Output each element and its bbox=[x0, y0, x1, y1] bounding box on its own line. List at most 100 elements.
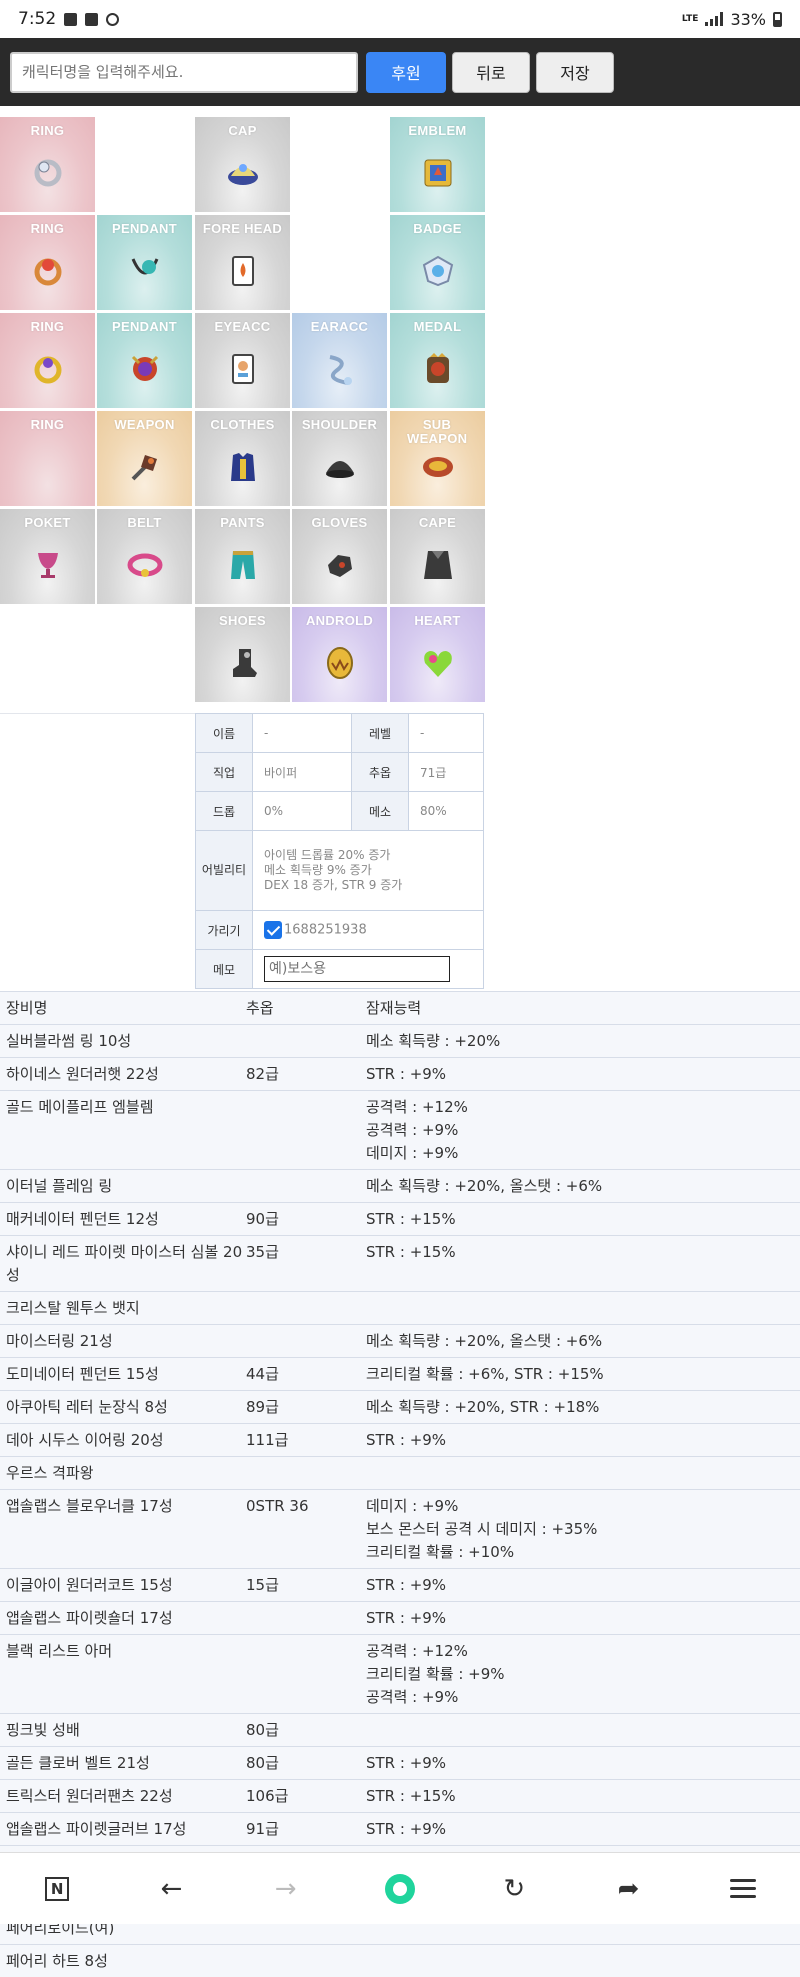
memo-cell bbox=[253, 950, 484, 989]
equipment-flame bbox=[246, 1292, 366, 1325]
slot-weapon[interactable]: WEAPON bbox=[97, 411, 192, 506]
slot-pendant-1[interactable]: PENDANT bbox=[97, 215, 192, 310]
equipment-row: 이글아이 원더러코트 15성15급STR : +9% bbox=[0, 1569, 800, 1602]
equipment-flame: 111급 bbox=[246, 1424, 366, 1457]
slot-emblem[interactable]: EMBLEM bbox=[390, 117, 485, 212]
equipment-potential: STR : +15% bbox=[366, 1203, 800, 1236]
slot-android[interactable]: ANDROLD bbox=[292, 607, 387, 702]
gloves-icon bbox=[322, 547, 358, 583]
home-button[interactable] bbox=[343, 1853, 457, 1924]
slot-ring-4[interactable]: RING bbox=[0, 411, 95, 506]
slot-medal[interactable]: MEDAL bbox=[390, 313, 485, 408]
slot-label: CLOTHES bbox=[195, 418, 290, 432]
equipment-potential: STR : +15% bbox=[366, 1236, 800, 1292]
slot-cap[interactable]: CAP bbox=[195, 117, 290, 212]
slot-eye-accessory[interactable]: EYEACC bbox=[195, 313, 290, 408]
equipment-name: 골든 클로버 벨트 21성 bbox=[0, 1747, 246, 1780]
slot-shoulder[interactable]: SHOULDER bbox=[292, 411, 387, 506]
hide-checkbox[interactable] bbox=[264, 921, 282, 939]
slot-label: RING bbox=[0, 418, 95, 432]
slot-pocket[interactable]: POKET bbox=[0, 509, 95, 604]
refresh-button[interactable]: ↻ bbox=[457, 1853, 571, 1924]
save-button[interactable]: 저장 bbox=[536, 52, 614, 93]
equipment-name: 아쿠아틱 레터 눈장식 8성 bbox=[0, 1391, 246, 1424]
potential-line: 공격력 : +9% bbox=[366, 1686, 800, 1709]
potential-line: 메소 획득량 : +20% bbox=[366, 1030, 800, 1053]
slot-ring-3[interactable]: RING bbox=[0, 313, 95, 408]
equipment-row: 실버블라썸 링 10성메소 획득량 : +20% bbox=[0, 1025, 800, 1058]
equipment-flame bbox=[246, 1635, 366, 1714]
equipment-row: 하이네스 원더러햇 22성82급STR : +9% bbox=[0, 1058, 800, 1091]
potential-line: STR : +15% bbox=[366, 1241, 800, 1264]
back-button[interactable]: 뒤로 bbox=[452, 52, 530, 93]
slot-ring-2[interactable]: RING bbox=[0, 215, 95, 310]
slot-gloves[interactable]: GLOVES bbox=[292, 509, 387, 604]
equipment-flame bbox=[246, 1602, 366, 1635]
network-type: LTE bbox=[682, 15, 699, 24]
job-label: 직업 bbox=[196, 753, 253, 792]
equipment-flame bbox=[246, 1325, 366, 1358]
level-value: - bbox=[409, 714, 484, 753]
cap-icon bbox=[225, 155, 261, 191]
slot-pendant-2[interactable]: PENDANT bbox=[97, 313, 192, 408]
potential-line: 데미지 : +9% bbox=[366, 1142, 800, 1165]
slot-label: EARACC bbox=[292, 320, 387, 334]
level-label: 레벨 bbox=[352, 714, 409, 753]
browser-bottom-nav: N ← → ↻ ➦ bbox=[0, 1852, 800, 1924]
back-nav-button[interactable]: ← bbox=[114, 1853, 228, 1924]
equipment-row: 앱솔랩스 파이렛숄더 17성STR : +9% bbox=[0, 1602, 800, 1635]
equipment-potential: STR : +9% bbox=[366, 1424, 800, 1457]
slot-belt[interactable]: BELT bbox=[97, 509, 192, 604]
slot-ear-accessory[interactable]: EARACC bbox=[292, 313, 387, 408]
divider bbox=[0, 713, 195, 714]
equipment-name: 이터널 플레임 링 bbox=[0, 1170, 246, 1203]
ability-line: 메소 획득량 9% 증가 bbox=[264, 863, 483, 878]
slot-ring-1[interactable]: RING bbox=[0, 117, 95, 212]
potential-line: 메소 획득량 : +20%, 올스탯 : +6% bbox=[366, 1330, 800, 1353]
battery-icon bbox=[773, 12, 782, 27]
equipment-potential: 메소 획득량 : +20%, 올스탯 : +6% bbox=[366, 1325, 800, 1358]
equipment-potential: STR : +9% bbox=[366, 1602, 800, 1635]
name-value: - bbox=[253, 714, 352, 753]
slot-label: GLOVES bbox=[292, 516, 387, 530]
equipment-potential: 메소 획득량 : +20%, 올스탯 : +6% bbox=[366, 1170, 800, 1203]
equipment-potential: 메소 획득량 : +20%, STR : +18% bbox=[366, 1391, 800, 1424]
slot-label: RING bbox=[0, 320, 95, 334]
slot-sub-weapon[interactable]: SUB WEAPON bbox=[390, 411, 485, 506]
equipment-potential: STR : +9% bbox=[366, 1569, 800, 1602]
potential-line: STR : +9% bbox=[366, 1607, 800, 1630]
equipment-flame: 91급 bbox=[246, 1813, 366, 1846]
slot-clothes[interactable]: CLOTHES bbox=[195, 411, 290, 506]
naver-button[interactable]: N bbox=[0, 1853, 114, 1924]
slot-pants[interactable]: PANTS bbox=[195, 509, 290, 604]
sponsor-button[interactable]: 후원 bbox=[366, 52, 446, 93]
equipment-name: 이글아이 원더러코트 15성 bbox=[0, 1569, 246, 1602]
equipment-row: 핑크빛 성배80급 bbox=[0, 1714, 800, 1747]
equipment-flame: 90급 bbox=[246, 1203, 366, 1236]
character-info-table: 이름 - 레벨 - 직업 바이퍼 추옵 71급 드롭 0% 메소 80% 어빌리… bbox=[195, 713, 484, 989]
slot-cape[interactable]: CAPE bbox=[390, 509, 485, 604]
slot-forehead[interactable]: FORE HEAD bbox=[195, 215, 290, 310]
earring-icon bbox=[322, 351, 358, 387]
slot-shoes[interactable]: SHOES bbox=[195, 607, 290, 702]
slot-label: PENDANT bbox=[97, 320, 192, 334]
share-button[interactable]: ➦ bbox=[571, 1853, 685, 1924]
shoes-icon bbox=[225, 645, 261, 681]
memo-input[interactable] bbox=[264, 956, 450, 982]
naver-n-icon: N bbox=[45, 1877, 69, 1901]
slot-label: PANTS bbox=[195, 516, 290, 530]
menu-button[interactable] bbox=[686, 1853, 800, 1924]
slot-badge[interactable]: BADGE bbox=[390, 215, 485, 310]
slot-label: POKET bbox=[0, 516, 95, 530]
equipment-name: 도미네이터 펜던트 15성 bbox=[0, 1358, 246, 1391]
forward-nav-button[interactable]: → bbox=[229, 1853, 343, 1924]
slot-label: CAP bbox=[195, 124, 290, 138]
slot-heart[interactable]: HEART bbox=[390, 607, 485, 702]
potential-line: 데미지 : +9% bbox=[366, 1495, 800, 1518]
home-icon bbox=[385, 1874, 415, 1904]
alarm-icon bbox=[106, 13, 119, 26]
pendant-icon bbox=[127, 351, 163, 387]
equipment-name: 페어리 하트 8성 bbox=[0, 1945, 246, 1977]
equipment-row: 골드 메이플리프 엠블렘공격력 : +12%공격력 : +9%데미지 : +9% bbox=[0, 1091, 800, 1170]
character-name-input[interactable] bbox=[10, 52, 358, 93]
